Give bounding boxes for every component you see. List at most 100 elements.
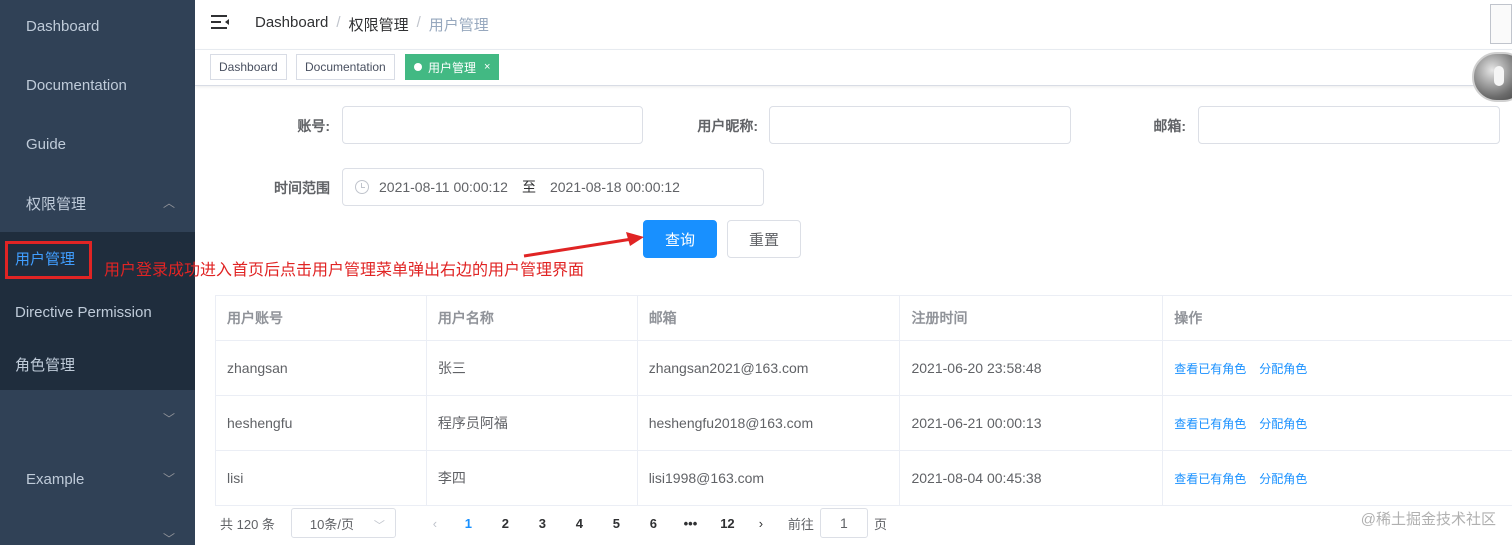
end-time[interactable]: 2021-08-18 00:00:12 <box>550 179 680 195</box>
cell-actions: 查看已有角色 分配角色 <box>1163 451 1512 505</box>
account-input[interactable] <box>342 106 643 144</box>
close-icon[interactable]: × <box>484 61 490 73</box>
cell-time: 2021-08-04 00:45:38 <box>900 451 1164 505</box>
page-number[interactable]: 6 <box>635 516 672 531</box>
reset-button[interactable]: 重置 <box>727 220 801 258</box>
email-input[interactable] <box>1198 106 1500 144</box>
cell-time: 2021-06-20 23:58:48 <box>900 341 1164 395</box>
breadcrumb: Dashboard / 权限管理 / 用户管理 <box>255 14 489 35</box>
tag-dashboard[interactable]: Dashboard <box>210 54 287 80</box>
sidebar-item-permission[interactable]: 权限管理 ︿ <box>0 174 195 232</box>
column-header: 用户账号 <box>216 296 427 340</box>
tag-documentation[interactable]: Documentation <box>296 54 395 80</box>
tag-label: Dashboard <box>219 60 278 74</box>
tag-label: 用户管理 <box>428 60 477 75</box>
tag-user-management[interactable]: 用户管理 × <box>405 54 500 80</box>
column-header: 邮箱 <box>638 296 901 340</box>
cell-actions: 查看已有角色 分配角色 <box>1163 396 1512 450</box>
page-number[interactable]: 1 <box>450 516 487 531</box>
sidebar-item-label: 角色管理 <box>15 356 76 374</box>
breadcrumb-item-permission[interactable]: 权限管理 <box>349 14 409 35</box>
page-jumper: 前往 1 页 <box>788 508 887 538</box>
account-label: 账号: <box>297 118 330 134</box>
clock-icon <box>355 180 369 194</box>
cell-account: lisi <box>216 451 427 505</box>
page-size-value: 10条/页 <box>309 516 354 532</box>
sidebar-item-example[interactable]: Example ﹀ <box>0 450 195 508</box>
avatar[interactable] <box>1490 4 1512 44</box>
sidebar-item-dashboard[interactable]: Dashboard <box>0 0 195 55</box>
table-row: heshengfu 程序员阿福 heshengfu2018@163.com 20… <box>216 396 1512 451</box>
sidebar-item-guide[interactable]: Guide <box>0 115 195 173</box>
table-header-row: 用户账号 用户名称 邮箱 注册时间 操作 <box>216 296 1512 341</box>
next-page-button[interactable]: › <box>746 516 776 531</box>
page-number[interactable]: 3 <box>524 516 561 531</box>
column-header: 操作 <box>1174 310 1203 326</box>
chevron-down-icon: ﹀ <box>163 532 176 545</box>
page-size-select[interactable]: 10条/页 ﹀ <box>290 508 396 538</box>
range-separator: 至 <box>521 179 536 195</box>
cell-email: lisi1998@163.com <box>638 451 901 505</box>
pagination-total: 共 120 条 <box>220 516 275 532</box>
page-number[interactable]: 2 <box>487 516 524 531</box>
chevron-down-icon: ﹀ <box>163 412 176 426</box>
breadcrumb-item-current: 用户管理 <box>428 17 489 34</box>
annotation-text: 用户登录成功进入首页后点击用户管理菜单弹出右边的用户管理界面 <box>104 262 585 279</box>
sidebar-item-directive-permission[interactable]: Directive Permission <box>0 286 195 338</box>
sidebar-item-more[interactable]: ﹀ <box>0 510 195 545</box>
nickname-label: 用户昵称: <box>697 118 758 134</box>
chevron-down-icon: ﹀ <box>163 472 176 486</box>
goto-page-input[interactable]: 1 <box>819 508 868 538</box>
microphone-icon[interactable] <box>1472 52 1512 102</box>
cell-time: 2021-06-21 00:00:13 <box>900 396 1164 450</box>
sidebar-item-documentation[interactable]: Documentation <box>0 56 195 114</box>
nickname-input[interactable] <box>769 106 1071 144</box>
breadcrumb-separator: / <box>336 14 341 31</box>
goto-label: 前往 <box>787 516 814 532</box>
breadcrumb-separator: / <box>416 14 421 31</box>
sidebar-item-role-management[interactable]: 角色管理 <box>0 338 195 390</box>
search-button[interactable]: 查询 <box>643 220 717 258</box>
sidebar-item-collapsed[interactable]: ﹀ <box>0 390 195 448</box>
cell-account: heshengfu <box>216 396 427 450</box>
table-row: lisi 李四 lisi1998@163.com 2021-08-04 00:4… <box>216 451 1512 506</box>
page-number[interactable]: 12 <box>709 516 746 531</box>
chevron-up-icon: ︿ <box>163 196 176 210</box>
tag-label: Documentation <box>305 60 386 74</box>
watermark: @稀土掘金技术社区 <box>1360 511 1496 528</box>
hamburger-icon[interactable] <box>211 14 231 32</box>
sidebar-item-label: Documentation <box>26 76 127 94</box>
sidebar-item-label: Guide <box>26 135 67 153</box>
cell-name: 张三 <box>427 341 638 395</box>
view-roles-link[interactable]: 查看已有角色 <box>1174 415 1246 432</box>
cell-name: 程序员阿福 <box>427 396 638 450</box>
sidebar-item-label: Example <box>26 470 85 488</box>
table-row: zhangsan 张三 zhangsan2021@163.com 2021-06… <box>216 341 1512 396</box>
time-range-label: 时间范围 <box>274 180 330 196</box>
cell-email: heshengfu2018@163.com <box>638 396 901 450</box>
page-number[interactable]: 4 <box>561 516 598 531</box>
date-range-picker[interactable]: 2021-08-11 00:00:12 至 2021-08-18 00:00:1… <box>342 168 764 206</box>
sidebar-item-label: Directive Permission <box>15 303 152 321</box>
email-label: 邮箱: <box>1153 118 1186 134</box>
sidebar-item-label: Dashboard <box>26 17 100 35</box>
cell-email: zhangsan2021@163.com <box>638 341 901 395</box>
cell-account: zhangsan <box>216 341 427 395</box>
assign-role-link[interactable]: 分配角色 <box>1259 470 1307 487</box>
user-table: 用户账号 用户名称 邮箱 注册时间 操作 zhangsan 张三 zhangsa… <box>215 295 1512 506</box>
more-pages-icon[interactable]: ••• <box>672 516 709 531</box>
active-dot-icon <box>414 63 422 71</box>
prev-page-button[interactable]: ‹ <box>420 516 450 531</box>
column-header: 注册时间 <box>900 296 1164 340</box>
view-roles-link[interactable]: 查看已有角色 <box>1174 360 1246 377</box>
breadcrumb-item-dashboard[interactable]: Dashboard <box>255 14 328 35</box>
page-number[interactable]: 5 <box>598 516 635 531</box>
view-roles-link[interactable]: 查看已有角色 <box>1174 470 1246 487</box>
assign-role-link[interactable]: 分配角色 <box>1259 360 1307 377</box>
sidebar-item-label: 权限管理 <box>26 195 87 213</box>
assign-role-link[interactable]: 分配角色 <box>1259 415 1307 432</box>
cell-name: 李四 <box>427 451 638 505</box>
annotation-highlight-box <box>5 241 92 279</box>
start-time[interactable]: 2021-08-11 00:00:12 <box>379 179 508 195</box>
navbar: Dashboard / 权限管理 / 用户管理 <box>195 0 1512 50</box>
